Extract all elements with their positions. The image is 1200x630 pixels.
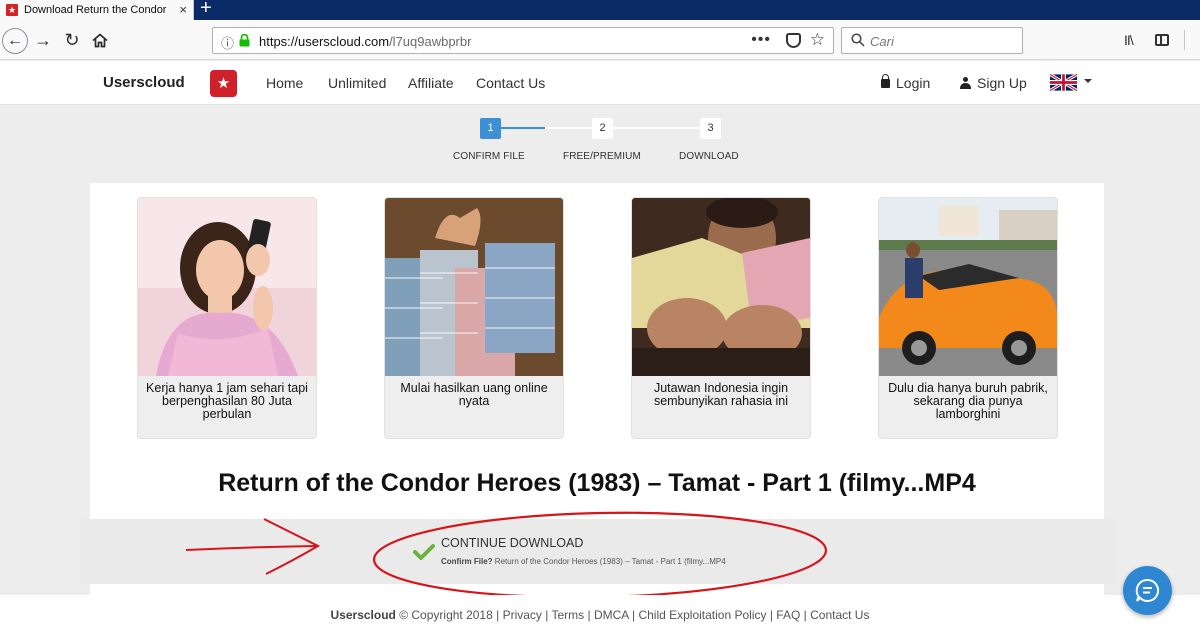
ad-card[interactable]: Jutawan Indonesia ingin sembunyikan raha… <box>631 197 811 439</box>
ad-image-man-cash <box>632 198 810 376</box>
chat-bubble-icon <box>1135 578 1159 602</box>
browser-tab[interactable]: ★ Download Return the Condor Heroes × <box>0 0 194 20</box>
continue-download-bar[interactable] <box>80 519 1114 584</box>
step-connector <box>613 127 700 129</box>
brand-name[interactable]: Userscloud <box>103 74 185 91</box>
ad-caption: Dulu dia hanya buruh pabrik, sekarang di… <box>888 381 1048 421</box>
footer-link-dmca[interactable]: DMCA <box>594 608 629 622</box>
footer-link-privacy[interactable]: Privacy <box>503 608 542 622</box>
back-arrow-icon[interactable]: ← <box>2 28 28 54</box>
pocket-icon[interactable] <box>786 33 801 48</box>
url-path: /l7uq9awbprbr <box>389 34 472 49</box>
site-header: Userscloud ★ Home Unlimited Affiliate Co… <box>0 61 1200 105</box>
url-host: https://userscloud.com <box>259 34 390 49</box>
bookmark-star-icon[interactable]: ☆ <box>810 30 825 50</box>
signup-label: Sign Up <box>977 75 1027 91</box>
new-tab-icon[interactable]: + <box>200 0 212 20</box>
ad-image-woman-phone <box>138 198 316 376</box>
signup-link[interactable]: Sign Up <box>960 75 1027 91</box>
home-icon[interactable] <box>92 33 108 48</box>
page-footer: Userscloud © Copyright 2018 | Privacy | … <box>0 595 1200 630</box>
ad-image-lamborghini <box>879 198 1057 376</box>
file-title: Return of the Condor Heroes (1983) – Tam… <box>218 469 976 497</box>
lock-icon <box>881 74 890 88</box>
login-link[interactable]: Login <box>881 74 931 91</box>
search-input[interactable]: Cari <box>870 34 894 49</box>
url-text[interactable]: https://userscloud.com/l7uq9awbprbr <box>259 34 471 49</box>
footer-link-child-exploitation[interactable]: Child Exploitation Policy <box>638 608 766 622</box>
toolbar-divider <box>1184 30 1185 50</box>
footer-link-terms[interactable]: Terms <box>552 608 585 622</box>
browser-tab-strip: ★ Download Return the Condor Heroes × + <box>0 0 1200 20</box>
secure-lock-icon <box>239 34 250 47</box>
user-icon <box>960 77 971 89</box>
url-bar[interactable]: ⓘ https://userscloud.com/l7uq9awbprbr ••… <box>212 27 834 54</box>
ad-caption: Jutawan Indonesia ingin sembunyikan raha… <box>653 381 789 408</box>
confirm-file-text: Confirm File? Return of the Condor Heroe… <box>441 557 726 566</box>
close-tab-icon[interactable]: × <box>179 2 187 17</box>
continue-download-button[interactable]: CONTINUE DOWNLOAD <box>441 536 583 550</box>
step-1-badge: 1 <box>480 118 501 139</box>
ad-card[interactable]: Mulai hasilkan uang online nyata <box>384 197 564 439</box>
step-1-label: CONFIRM FILE <box>453 151 525 162</box>
footer-copyright: © Copyright 2018 | <box>399 608 500 622</box>
step-connector-active <box>501 127 545 129</box>
nav-home[interactable]: Home <box>266 75 303 91</box>
confirm-file-label: Confirm File? <box>441 557 493 566</box>
search-icon <box>851 33 865 47</box>
library-icon[interactable]: II\ <box>1124 32 1134 48</box>
browser-toolbar: ← → ↻ ⓘ https://userscloud.com/l7uq9awbp… <box>0 20 1200 60</box>
nav-contact-us[interactable]: Contact Us <box>476 75 545 91</box>
nav-unlimited[interactable]: Unlimited <box>328 75 386 91</box>
search-bar[interactable]: Cari <box>841 27 1023 54</box>
forward-arrow-icon[interactable]: → <box>31 29 55 51</box>
ad-image-money-stacks <box>385 198 563 376</box>
sidebar-icon[interactable] <box>1155 34 1169 46</box>
site-info-icon[interactable]: ⓘ <box>221 33 234 52</box>
star-logo-icon[interactable]: ★ <box>210 70 237 97</box>
step-2-badge: 2 <box>592 118 613 139</box>
reload-icon[interactable]: ↻ <box>60 29 84 51</box>
checkmark-icon <box>413 544 435 560</box>
footer-link-faq[interactable]: FAQ <box>776 608 800 622</box>
ad-caption: Kerja hanya 1 jam sehari tapi berpenghas… <box>146 381 308 421</box>
ad-card[interactable]: Kerja hanya 1 jam sehari tapi berpenghas… <box>137 197 317 439</box>
ad-card[interactable]: Dulu dia hanya buruh pabrik, sekarang di… <box>878 197 1058 439</box>
ad-caption: Mulai hasilkan uang online nyata <box>400 381 548 408</box>
nav-affiliate[interactable]: Affiliate <box>408 75 454 91</box>
confirm-file-name: Return of the Condor Heroes (1983) – Tam… <box>494 557 726 566</box>
tab-title: Download Return the Condor Heroes <box>24 4 169 16</box>
page-actions-icon[interactable]: ••• <box>751 31 771 49</box>
login-label: Login <box>896 75 931 91</box>
step-connector <box>545 127 592 129</box>
language-caret-icon[interactable] <box>1084 79 1092 83</box>
uk-flag-icon[interactable] <box>1050 74 1077 91</box>
chat-button[interactable] <box>1123 566 1172 615</box>
site-favicon-icon: ★ <box>6 4 18 16</box>
footer-brand: Userscloud <box>330 608 396 622</box>
footer-link-contact[interactable]: Contact Us <box>810 608 869 622</box>
step-3-badge: 3 <box>700 118 721 139</box>
step-2-label: FREE/PREMIUM <box>563 151 641 162</box>
step-3-label: DOWNLOAD <box>679 151 739 162</box>
